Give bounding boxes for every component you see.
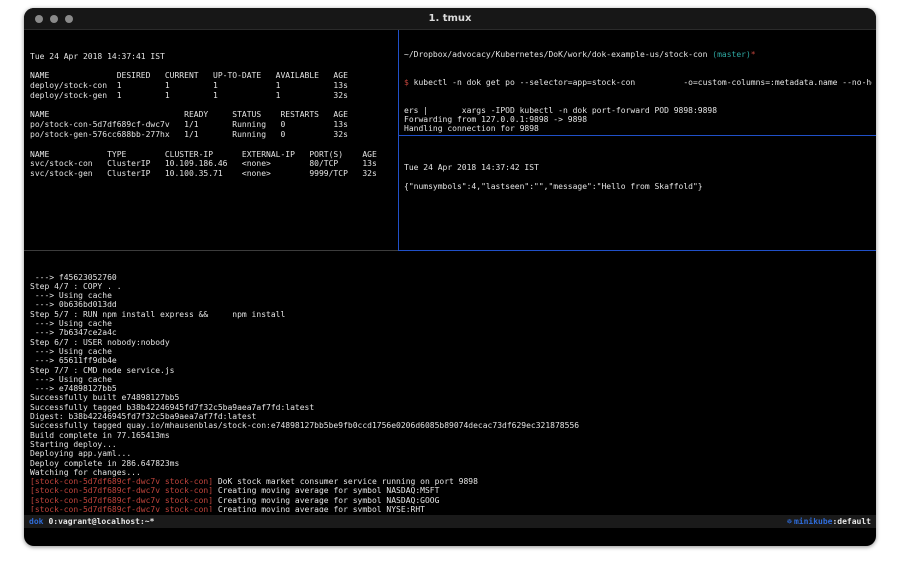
log-line: Step 5/7 : RUN npm install express && np… (30, 310, 872, 319)
cwd-path: ~/Dropbox/advocacy/Kubernetes/DoK/work/d… (404, 50, 707, 59)
pane-divider-bottom-left[interactable] (24, 250, 398, 251)
pane-kubectl-watch[interactable]: Tue 24 Apr 2018 14:37:41 IST NAME DESIRE… (30, 32, 396, 248)
log-line: Deploy complete in 286.647823ms (30, 459, 872, 468)
deploy-log: ---> f45623052760Step 4/7 : COPY . . ---… (30, 273, 872, 512)
log-text: Successfully tagged b38b42246945fd7f32c5… (30, 403, 314, 412)
kube-context: minikube (794, 517, 833, 526)
log-text: Deploy complete in 286.647823ms (30, 459, 179, 468)
log-line: Step 4/7 : COPY . . (30, 282, 872, 291)
log-text: Build complete in 77.165413ms (30, 431, 170, 440)
log-text: Step 6/7 : USER nobody:nobody (30, 338, 170, 347)
kubectl-resources-output: Tue 24 Apr 2018 14:37:41 IST NAME DESIRE… (30, 52, 396, 179)
pod-log-prefix: [stock-con-5d7df689cf-dwc7v stock-con] (30, 486, 213, 495)
log-line: [stock-con-5d7df689cf-dwc7v stock-con] C… (30, 496, 872, 505)
log-line: [stock-con-5d7df689cf-dwc7v stock-con] C… (30, 486, 872, 495)
log-text: Step 4/7 : COPY . . (30, 282, 122, 291)
pane-port-forward[interactable]: ~/Dropbox/advocacy/Kubernetes/DoK/work/d… (404, 32, 872, 133)
log-line: [stock-con-5d7df689cf-dwc7v stock-con] D… (30, 477, 872, 486)
kube-namespace: :default (832, 517, 871, 526)
log-text: ---> Using cache (30, 319, 112, 328)
service-response-output: Tue 24 Apr 2018 14:37:42 IST {"numsymbol… (404, 163, 872, 191)
log-text: Starting deploy... (30, 440, 117, 449)
window-item-active[interactable]: 0:vagrant@localhost:~* (48, 517, 154, 526)
log-text: Step 5/7 : RUN npm install express && np… (30, 310, 285, 319)
log-text: Creating moving average for symbol NYSE:… (213, 505, 425, 512)
pod-log-prefix: [stock-con-5d7df689cf-dwc7v stock-con] (30, 496, 213, 505)
window-title: 1. tmux (24, 13, 876, 24)
log-line: [stock-con-5d7df689cf-dwc7v stock-con] C… (30, 505, 872, 512)
log-text: Creating moving average for symbol NASDA… (213, 486, 439, 495)
shell-prompt-path-line: ~/Dropbox/advocacy/Kubernetes/DoK/work/d… (404, 50, 872, 59)
kubernetes-icon: ☸ (787, 517, 792, 526)
log-text: ---> 0b636bd013dd (30, 300, 117, 309)
port-forward-output: ers | xargs -IPOD kubectl -n dok port-fo… (404, 106, 872, 133)
pane-curl-watch[interactable]: Tue 24 Apr 2018 14:37:42 IST {"numsymbol… (404, 139, 872, 247)
terminal-window: 1. tmux Tue 24 Apr 2018 14:37:41 IST NAM… (24, 8, 876, 546)
log-line: ---> Using cache (30, 291, 872, 300)
log-text: Step 7/7 : CMD node service.js (30, 366, 175, 375)
log-text: Deploying app.yaml... (30, 449, 131, 458)
log-line: ---> 65611ff9db4e (30, 356, 872, 365)
pod-log-prefix: [stock-con-5d7df689cf-dwc7v stock-con] (30, 477, 213, 486)
log-line: ---> Using cache (30, 347, 872, 356)
log-text: ---> f45623052760 (30, 273, 117, 282)
shell-command-line: $ kubectl -n dok get po --selector=app=s… (404, 78, 872, 87)
git-dirty-flag: * (751, 50, 756, 59)
log-line: Starting deploy... (30, 440, 872, 449)
pane-divider-right-horizontal[interactable] (398, 135, 876, 136)
log-line: ---> 0b636bd013dd (30, 300, 872, 309)
log-text: Creating moving average for symbol NASDA… (213, 496, 439, 505)
log-line: ---> Using cache (30, 375, 872, 384)
log-line: ---> 7b6347ce2a4c (30, 328, 872, 337)
log-text: Digest: b38b42246945fd7f32c5ba9aea7af7fd… (30, 412, 256, 421)
pane-skaffold-log[interactable]: ---> f45623052760Step 4/7 : COPY . . ---… (30, 254, 872, 512)
command-text: kubectl -n dok get po --selector=app=sto… (414, 78, 872, 87)
status-left: dok 0:vagrant@localhost:~* (29, 517, 154, 526)
tmux-status-bar: dok 0:vagrant@localhost:~* ☸minikube:defa… (24, 515, 876, 528)
log-line: Step 7/7 : CMD node service.js (30, 366, 872, 375)
log-line: Digest: b38b42246945fd7f32c5ba9aea7af7fd… (30, 412, 872, 421)
title-bar[interactable]: 1. tmux (24, 8, 876, 30)
session-name: dok (29, 517, 43, 526)
git-branch: (master) (707, 50, 750, 59)
log-line: Successfully built e74898127bb5 (30, 393, 872, 402)
log-text: Watching for changes... (30, 468, 141, 477)
log-line: Step 6/7 : USER nobody:nobody (30, 338, 872, 347)
log-text: ---> Using cache (30, 291, 112, 300)
log-text: DoK stock market consumer service runnin… (213, 477, 478, 486)
pane-divider-bottom-right[interactable] (398, 250, 876, 251)
log-line: Build complete in 77.165413ms (30, 431, 872, 440)
log-text: ---> Using cache (30, 347, 112, 356)
log-text: Successfully built e74898127bb5 (30, 393, 179, 402)
log-line: Deploying app.yaml... (30, 449, 872, 458)
log-line: Successfully tagged quay.io/mhausenblas/… (30, 421, 872, 430)
log-text: Successfully tagged quay.io/mhausenblas/… (30, 421, 579, 430)
pane-divider-vertical[interactable] (398, 30, 399, 250)
log-line: ---> e74898127bb5 (30, 384, 872, 393)
log-text: ---> 7b6347ce2a4c (30, 328, 117, 337)
log-line: ---> f45623052760 (30, 273, 872, 282)
log-text: ---> 65611ff9db4e (30, 356, 117, 365)
pod-log-prefix: [stock-con-5d7df689cf-dwc7v stock-con] (30, 505, 213, 512)
prompt-symbol: $ (404, 78, 414, 87)
log-text: ---> e74898127bb5 (30, 384, 117, 393)
log-line: ---> Using cache (30, 319, 872, 328)
log-line: Watching for changes... (30, 468, 872, 477)
log-text: ---> Using cache (30, 375, 112, 384)
status-right: ☸minikube:default (787, 517, 871, 526)
log-line: Successfully tagged b38b42246945fd7f32c5… (30, 403, 872, 412)
